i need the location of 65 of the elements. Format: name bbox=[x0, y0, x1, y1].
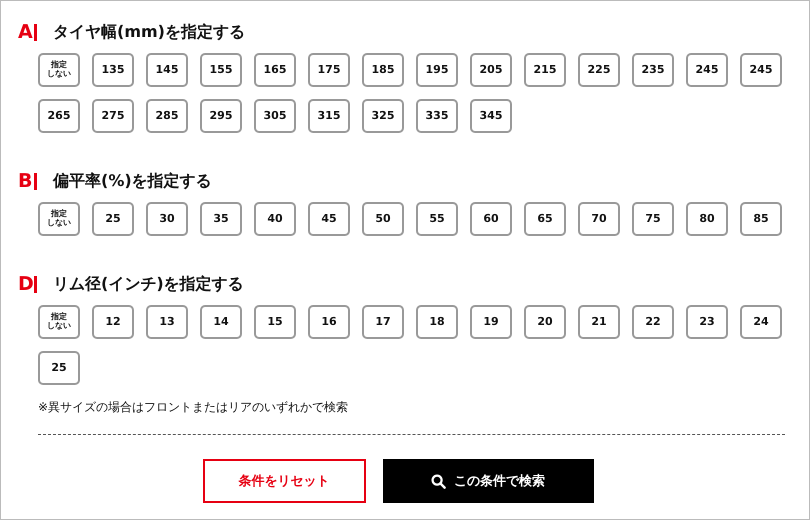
size-option[interactable]: 70 bbox=[578, 202, 620, 236]
accent-bar bbox=[34, 24, 37, 40]
accent-bar bbox=[34, 172, 37, 190]
size-option[interactable]: 45 bbox=[308, 202, 350, 236]
size-option[interactable]: 18 bbox=[416, 305, 458, 339]
size-option[interactable]: 75 bbox=[632, 202, 674, 236]
unspecified-option[interactable]: 指定 しない bbox=[38, 305, 80, 339]
size-option[interactable]: 13 bbox=[146, 305, 188, 339]
size-option[interactable]: 24 bbox=[740, 305, 782, 339]
search-button[interactable]: この条件で検索 bbox=[382, 459, 594, 503]
size-option[interactable]: 195 bbox=[416, 53, 458, 87]
size-option[interactable]: 19 bbox=[470, 305, 512, 339]
size-option[interactable]: 285 bbox=[146, 99, 188, 133]
accent-bar bbox=[34, 276, 37, 292]
size-option[interactable]: 295 bbox=[200, 99, 242, 133]
size-option[interactable]: 275 bbox=[92, 99, 134, 133]
size-option[interactable]: 14 bbox=[200, 305, 242, 339]
size-option[interactable]: 16 bbox=[308, 305, 350, 339]
size-option[interactable]: 155 bbox=[200, 53, 242, 87]
section-letter: B bbox=[18, 170, 34, 192]
size-option[interactable]: 25 bbox=[38, 351, 80, 385]
note-text: ※異サイズの場合はフロントまたはリアのいずれかで検索 bbox=[37, 399, 350, 416]
size-option[interactable]: 21 bbox=[578, 305, 620, 339]
size-option[interactable]: 305 bbox=[254, 99, 296, 133]
size-option[interactable]: 135 bbox=[92, 53, 134, 87]
unspecified-option[interactable]: 指定 しない bbox=[38, 202, 80, 236]
size-option[interactable]: 205 bbox=[470, 53, 512, 87]
size-option[interactable]: 345 bbox=[470, 99, 512, 133]
size-option[interactable]: 85 bbox=[740, 202, 782, 236]
size-option[interactable]: 60 bbox=[470, 202, 512, 236]
section-title: 偏平率(%)を指定する bbox=[53, 170, 212, 192]
size-option[interactable]: 325 bbox=[362, 99, 404, 133]
size-option[interactable]: 23 bbox=[686, 305, 728, 339]
size-option[interactable]: 80 bbox=[686, 202, 728, 236]
size-option[interactable]: 315 bbox=[308, 99, 350, 133]
size-option[interactable]: 50 bbox=[362, 202, 404, 236]
section-letter: D bbox=[18, 273, 34, 295]
size-option[interactable]: 12 bbox=[92, 305, 134, 339]
size-option[interactable]: 245 bbox=[740, 53, 782, 87]
size-option[interactable]: 15 bbox=[254, 305, 296, 339]
size-option[interactable]: 245 bbox=[686, 53, 728, 87]
size-option[interactable]: 55 bbox=[416, 202, 458, 236]
size-option[interactable]: 65 bbox=[524, 202, 566, 236]
size-option[interactable]: 20 bbox=[524, 305, 566, 339]
size-option[interactable]: 185 bbox=[362, 53, 404, 87]
size-option[interactable]: 145 bbox=[146, 53, 188, 87]
size-option[interactable]: 22 bbox=[632, 305, 674, 339]
size-option[interactable]: 40 bbox=[254, 202, 296, 236]
size-option[interactable]: 25 bbox=[92, 202, 134, 236]
size-option[interactable]: 165 bbox=[254, 53, 296, 87]
size-option[interactable]: 30 bbox=[146, 202, 188, 236]
size-option[interactable]: 215 bbox=[524, 53, 566, 87]
size-option[interactable]: 265 bbox=[38, 99, 80, 133]
size-option[interactable]: 235 bbox=[632, 53, 674, 87]
size-option[interactable]: 17 bbox=[362, 305, 404, 339]
search-icon bbox=[431, 474, 446, 488]
size-option[interactable]: 335 bbox=[416, 99, 458, 133]
size-option[interactable]: 175 bbox=[308, 53, 350, 87]
size-option[interactable]: 225 bbox=[578, 53, 620, 87]
unspecified-option[interactable]: 指定 しない bbox=[38, 53, 80, 87]
section-title: リム径(インチ)を指定する bbox=[53, 274, 244, 294]
size-option[interactable]: 35 bbox=[200, 202, 242, 236]
reset-button[interactable]: 条件をリセット bbox=[202, 459, 366, 503]
section-title: タイヤ幅(mm)を指定する bbox=[53, 22, 245, 42]
section-letter: A bbox=[18, 21, 34, 43]
